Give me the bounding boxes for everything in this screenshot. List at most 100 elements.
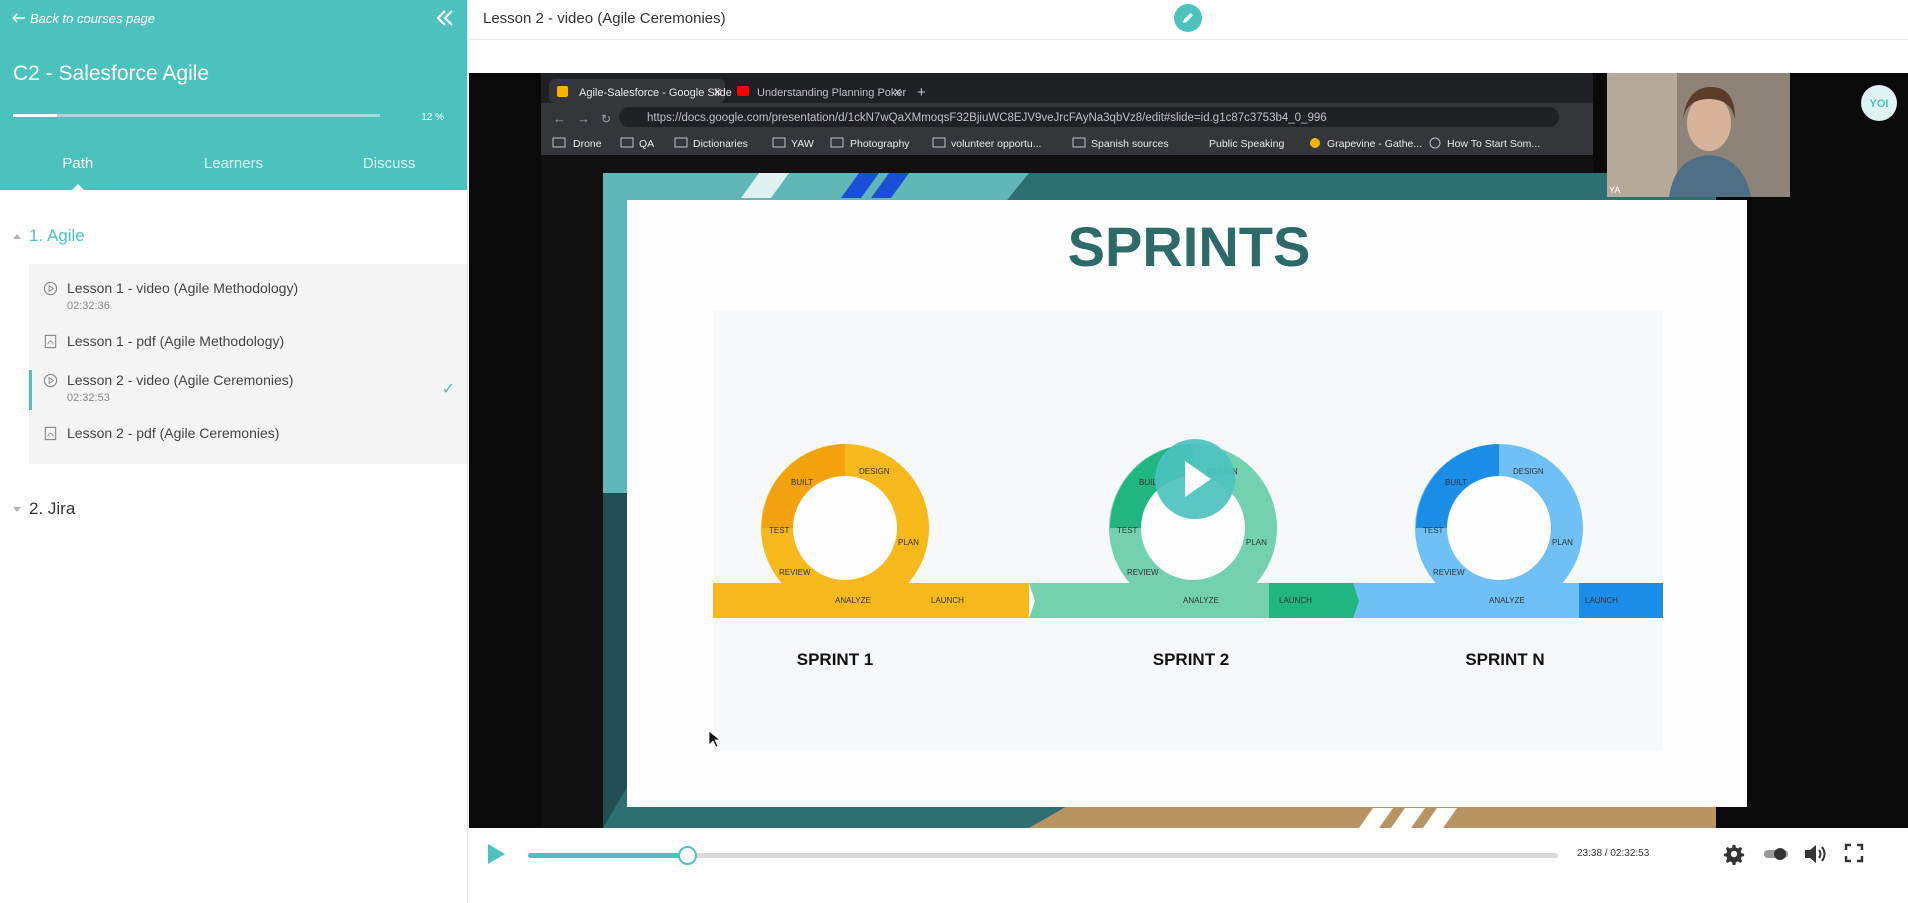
svg-text:BUILT: BUILT — [791, 478, 813, 487]
svg-text:LAUNCH: LAUNCH — [931, 596, 964, 605]
lesson-title: Lesson 1 - video (Agile Methodology) — [67, 280, 299, 296]
svg-text:+: + — [917, 84, 926, 101]
svg-text:REVIEW: REVIEW — [779, 568, 811, 577]
svg-text:TEST: TEST — [1423, 526, 1444, 535]
pdf-icon — [44, 334, 57, 349]
svg-text:TEST: TEST — [769, 526, 790, 535]
lesson-item[interactable]: Lesson 1 - video (Agile Methodology) 02:… — [29, 278, 467, 322]
fullscreen-icon — [1844, 843, 1864, 863]
slides-favicon — [557, 86, 568, 97]
svg-text:ANALYZE: ANALYZE — [1489, 596, 1525, 605]
tab-learners[interactable]: Learners — [156, 138, 312, 190]
svg-text:Public Speaking: Public Speaking — [1209, 138, 1284, 150]
tab-path[interactable]: Path — [0, 138, 156, 191]
sprint-1-label: SPRINT 1 — [797, 650, 874, 669]
seek-handle[interactable] — [677, 846, 697, 865]
caret-down-icon — [13, 506, 21, 512]
svg-text:←: ← — [553, 111, 566, 126]
svg-text:↻: ↻ — [601, 112, 611, 126]
video-frame: Agile-Salesforce - Google Slide ✕ Unders… — [541, 73, 1897, 828]
seek-bar[interactable] — [528, 846, 1558, 865]
svg-text:Drone: Drone — [573, 138, 602, 150]
svg-text:YAW: YAW — [791, 138, 814, 150]
back-to-courses-label: Back to courses page — [30, 11, 156, 26]
svg-text:DESIGN: DESIGN — [1513, 467, 1544, 476]
youtube-favicon — [737, 86, 749, 96]
svg-text:LAUNCH: LAUNCH — [1585, 596, 1618, 605]
section-label: 1. Agile — [29, 226, 85, 245]
browser-url: https://docs.google.com/presentation/d/1… — [647, 112, 1327, 124]
svg-text:How To Start Som...: How To Start Som... — [1447, 138, 1540, 150]
recorded-browser-window: Agile-Salesforce - Google Slide ✕ Unders… — [541, 73, 1593, 155]
course-title: C2 - Salesforce Agile — [13, 62, 210, 85]
svg-text:✕: ✕ — [893, 87, 902, 99]
sprint-2-label: SPRINT 2 — [1153, 650, 1230, 669]
video-controls: 23:38 / 02:32:53 — [469, 828, 1908, 880]
svg-text:ANALYZE: ANALYZE — [835, 596, 871, 605]
fullscreen-button[interactable] — [1844, 843, 1864, 868]
tab-discuss[interactable]: Discuss — [311, 138, 467, 190]
section-agile[interactable]: 1. Agile — [13, 226, 85, 246]
checkmark-icon: ✓ — [441, 381, 455, 398]
svg-text:LAUNCH: LAUNCH — [1279, 596, 1312, 605]
svg-text:TEST: TEST — [1117, 526, 1138, 535]
lesson-item[interactable]: Lesson 2 - pdf (Agile Ceremonies) — [29, 424, 467, 454]
lesson-topbar: Lesson 2 - video (Agile Ceremonies) — [469, 0, 1908, 40]
arrow-left-icon — [12, 11, 26, 26]
svg-text:✕: ✕ — [713, 87, 722, 99]
brand-logo: YOI — [1861, 85, 1897, 121]
double-chevron-left-icon — [436, 10, 453, 26]
svg-text:PLAN: PLAN — [1552, 538, 1573, 547]
svg-text:PLAN: PLAN — [898, 538, 919, 547]
edit-button[interactable] — [1174, 4, 1202, 32]
section-jira[interactable]: 2. Jira — [13, 499, 75, 519]
collapse-sidebar-button[interactable] — [433, 6, 457, 30]
course-progress-fill — [13, 114, 58, 117]
autoplay-toggle[interactable] — [1763, 847, 1789, 866]
lesson-duration: 02:32:36 — [67, 300, 110, 312]
lesson-title: Lesson 2 - video (Agile Ceremonies) — [67, 372, 294, 388]
sidebar-tabs: Path Learners Discuss — [0, 138, 467, 191]
browser-tab-2: Understanding Planning Poker — [757, 87, 907, 99]
sidebar-header: Back to courses page C2 - Salesforce Agi… — [0, 0, 467, 191]
svg-text:REVIEW: REVIEW — [1127, 568, 1159, 577]
lesson-title: Lesson 2 - pdf (Agile Ceremonies) — [67, 425, 280, 441]
course-progress-bar — [13, 114, 380, 117]
svg-text:volunteer opportu...: volunteer opportu... — [951, 138, 1041, 150]
sprint-n-label: SPRINT N — [1465, 650, 1544, 669]
svg-text:ANALYZE: ANALYZE — [1183, 596, 1219, 605]
big-play-button[interactable] — [1155, 439, 1235, 519]
lesson-list: Lesson 1 - video (Agile Methodology) 02:… — [29, 264, 467, 464]
pencil-icon — [1183, 13, 1193, 23]
volume-button[interactable] — [1803, 842, 1829, 871]
pdf-icon — [44, 426, 57, 441]
svg-text:Photography: Photography — [850, 138, 910, 150]
seek-bar-fill — [528, 853, 687, 858]
time-display: 23:38 / 02:32:53 — [1577, 848, 1650, 859]
course-progress-label: 12 % — [421, 112, 444, 123]
svg-text:QA: QA — [639, 138, 654, 150]
svg-text:Spanish sources: Spanish sources — [1091, 138, 1169, 150]
svg-text:YOI: YOI — [1870, 98, 1889, 110]
webcam-overlay: YA — [1607, 73, 1790, 197]
webcam-label: YA — [1609, 185, 1620, 195]
volume-icon — [1805, 845, 1826, 863]
play-circle-icon — [43, 281, 58, 296]
caret-up-icon — [13, 233, 21, 239]
slide-title: SPRINTS — [1068, 215, 1311, 278]
toggle-switch-icon — [1764, 848, 1788, 860]
course-sidebar: Back to courses page C2 - Salesforce Agi… — [0, 0, 468, 903]
play-button[interactable] — [485, 842, 507, 871]
svg-text:REVIEW: REVIEW — [1433, 568, 1465, 577]
video-player[interactable]: Agile-Salesforce - Google Slide ✕ Unders… — [469, 73, 1908, 828]
svg-text:Dictionaries: Dictionaries — [693, 138, 748, 150]
lesson-item-active[interactable]: Lesson 2 - video (Agile Ceremonies) 02:3… — [29, 370, 467, 414]
back-to-courses-link[interactable]: Back to courses page — [12, 11, 155, 26]
lesson-title-heading: Lesson 2 - video (Agile Ceremonies) — [483, 10, 726, 27]
browser-tab-1: Agile-Salesforce - Google Slide — [579, 87, 732, 99]
svg-text:DESIGN: DESIGN — [859, 467, 890, 476]
play-icon — [488, 844, 505, 864]
settings-button[interactable] — [1723, 843, 1745, 870]
lesson-item[interactable]: Lesson 1 - pdf (Agile Methodology) — [29, 332, 467, 362]
lesson-duration: 02:32:53 — [67, 392, 110, 404]
